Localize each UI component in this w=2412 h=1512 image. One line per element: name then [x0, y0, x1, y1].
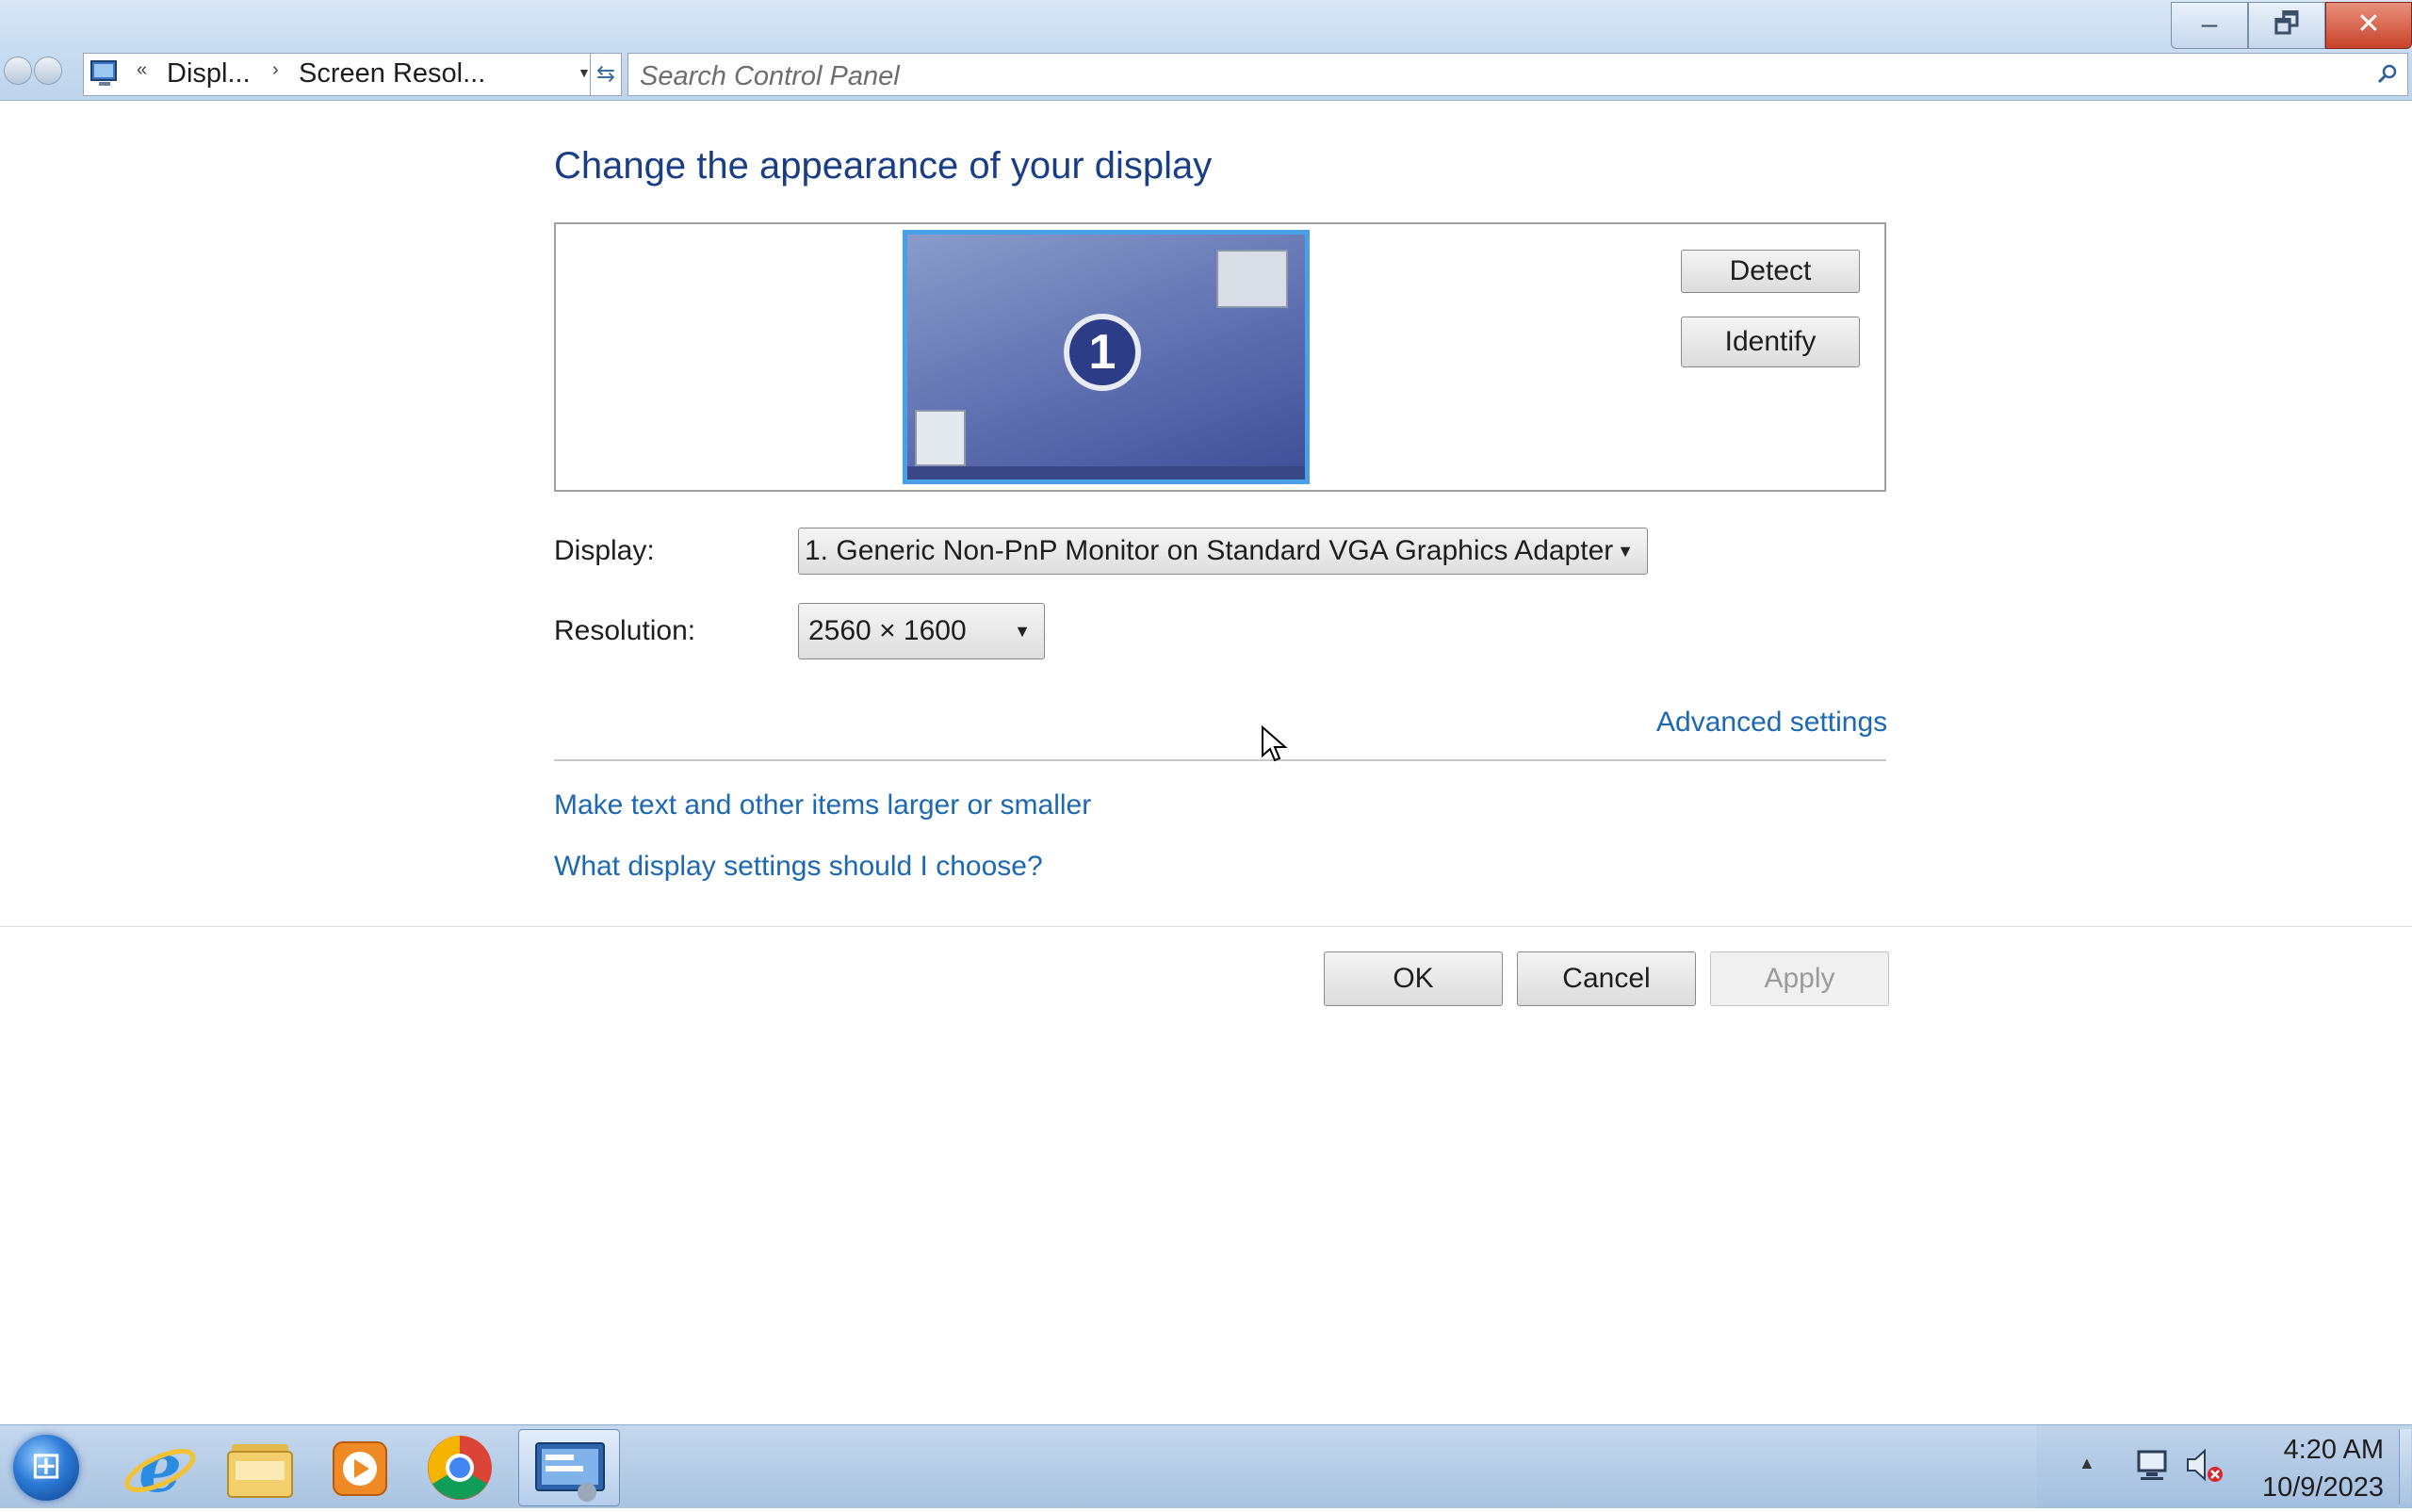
apply-button[interactable]: Apply: [1710, 951, 1889, 1006]
text-size-link[interactable]: Make text and other items larger or smal…: [554, 789, 1091, 821]
search-input[interactable]: Search Control Panel: [627, 53, 2408, 96]
divider: [0, 926, 2412, 927]
chevron-down-icon: ▼: [1617, 542, 1634, 561]
identify-button[interactable]: Identify: [1681, 317, 1860, 367]
windows-explorer-icon[interactable]: [213, 1429, 307, 1506]
monitor-preview-window: [1216, 250, 1288, 308]
display-help-link[interactable]: What display settings should I choose?: [554, 851, 1043, 883]
forward-button[interactable]: [34, 57, 62, 85]
mouse-cursor-icon: [1262, 725, 1288, 762]
address-dropdown-icon[interactable]: ▼: [578, 65, 591, 80]
monitor-preview-window: [915, 410, 966, 466]
display-label: Display:: [554, 535, 655, 566]
show-desktop-button[interactable]: [2399, 1429, 2411, 1504]
display-select[interactable]: 1. Generic Non-PnP Monitor on Standard V…: [798, 528, 1648, 575]
search-placeholder: Search Control Panel: [640, 61, 900, 91]
breadcrumb-overflow[interactable]: «: [137, 59, 147, 81]
clock-date[interactable]: 10/9/2023: [2242, 1472, 2384, 1504]
network-icon[interactable]: [2133, 1446, 2171, 1484]
cancel-button[interactable]: Cancel: [1517, 951, 1696, 1006]
resolution-label: Resolution:: [554, 615, 696, 646]
breadcrumb-screen-resolution[interactable]: Screen Resol...: [299, 58, 485, 89]
breadcrumb-display[interactable]: Displ...: [167, 58, 251, 89]
refresh-icon[interactable]: ⇆: [590, 53, 622, 96]
display-select-value: 1. Generic Non-PnP Monitor on Standard V…: [805, 535, 1614, 566]
show-hidden-icons-icon[interactable]: ▲: [2078, 1454, 2095, 1473]
volume-muted-icon[interactable]: [2184, 1446, 2225, 1484]
address-bar[interactable]: « Displ... › Screen Resol... ▼: [83, 53, 622, 96]
control-panel-icon[interactable]: [518, 1429, 620, 1506]
control-panel-icon: [90, 60, 117, 86]
chevron-down-icon: ▼: [1014, 622, 1031, 641]
minimize-button[interactable]: –: [2171, 2, 2248, 49]
window-title-bar: – 🗗 ✕ « Displ... › Screen Resol... ▼ ⇆ S…: [0, 0, 2412, 101]
resolution-select[interactable]: 2560 × 1600 ▼: [798, 603, 1045, 659]
ok-button[interactable]: OK: [1324, 951, 1503, 1006]
advanced-settings-link[interactable]: Advanced settings: [1656, 707, 1887, 739]
resolution-select-value: 2560 × 1600: [808, 615, 967, 646]
restore-button[interactable]: 🗗: [2248, 2, 2325, 49]
page-title: Change the appearance of your display: [554, 145, 1213, 187]
media-player-icon[interactable]: [313, 1429, 407, 1506]
monitor-number-badge: 1: [1064, 314, 1141, 391]
start-button[interactable]: [13, 1435, 79, 1501]
svg-text:e: e: [139, 1429, 182, 1506]
chrome-icon[interactable]: [413, 1429, 507, 1506]
close-button[interactable]: ✕: [2325, 2, 2412, 49]
internet-explorer-icon[interactable]: e: [113, 1427, 207, 1507]
divider: [554, 759, 1886, 761]
clock-time[interactable]: 4:20 AM: [2242, 1435, 2384, 1466]
taskbar: e: [0, 1424, 2412, 1508]
search-icon[interactable]: [2377, 63, 2398, 84]
breadcrumb-separator[interactable]: ›: [272, 59, 279, 81]
monitor-1-tile[interactable]: 1: [903, 230, 1310, 484]
detect-button[interactable]: Detect: [1681, 250, 1860, 293]
back-button[interactable]: [4, 57, 32, 85]
